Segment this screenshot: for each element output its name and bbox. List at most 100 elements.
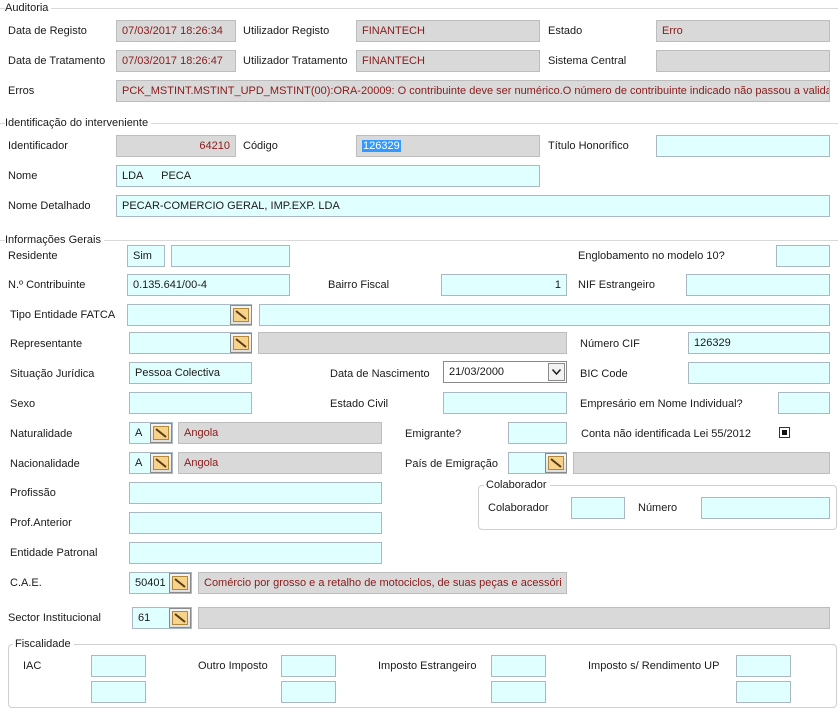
representante-description[interactable] <box>258 332 567 354</box>
tipo-entidade-fatca-label: Tipo Entidade FATCA <box>10 309 116 321</box>
naturalidade-description[interactable]: Angola <box>178 422 382 444</box>
iac-field-2[interactable] <box>91 681 146 703</box>
tipo-entidade-pencil-icon[interactable] <box>230 305 252 325</box>
utilizador-tratamento-field[interactable]: FINANTECH <box>356 50 540 72</box>
section-title-informacoes: Informações Gerais <box>5 233 104 247</box>
naturalidade-pencil-icon[interactable] <box>150 423 172 443</box>
sistema-central-field[interactable] <box>656 50 830 72</box>
codigo-field[interactable]: 126329 <box>356 135 540 157</box>
estado-label: Estado <box>548 25 583 37</box>
nome-detalhado-field[interactable]: PECAR-COMERCIO GERAL, IMP.EXP. LDA <box>116 195 830 217</box>
bic-code-field[interactable] <box>688 362 830 384</box>
sexo-field[interactable] <box>129 392 252 414</box>
emigrante-field[interactable] <box>508 422 567 444</box>
conta-nao-identificada-checkbox[interactable] <box>779 427 790 438</box>
outro-imposto-label: Outro Imposto <box>198 660 268 672</box>
nacionalidade-label: Nacionalidade <box>10 458 80 470</box>
naturalidade-label: Naturalidade <box>10 428 73 440</box>
representante-pencil-icon[interactable] <box>230 333 252 353</box>
numero-field[interactable] <box>701 497 830 519</box>
data-tratamento-field[interactable]: 07/03/2017 18:26:47 <box>116 50 236 72</box>
entidade-patronal-label: Entidade Patronal <box>10 547 98 559</box>
situacao-juridica-field[interactable]: Pessoa Colectiva <box>129 362 252 384</box>
contribuinte-label: N.º Contribuinte <box>8 279 86 291</box>
identificador-label: Identificador <box>8 140 68 152</box>
data-registo-label: Data de Registo <box>8 25 87 37</box>
nacionalidade-description[interactable]: Angola <box>178 452 382 474</box>
imposto-estrangeiro-label: Imposto Estrangeiro <box>378 660 477 672</box>
fiscalidade-group-title: Fiscalidade <box>13 637 74 651</box>
data-nascimento-value: 21/03/2000 <box>449 366 505 378</box>
tipo-entidade-fatca-description[interactable] <box>259 304 830 326</box>
representante-label: Representante <box>10 338 83 350</box>
nacionalidade-pencil-icon[interactable] <box>150 453 172 473</box>
data-nascimento-label: Data de Nascimento <box>330 368 430 380</box>
sexo-label: Sexo <box>10 398 36 410</box>
erros-label: Erros <box>8 85 35 97</box>
codigo-label: Código <box>243 140 278 152</box>
empresario-field[interactable] <box>778 392 830 414</box>
englobamento-label: Englobamento no modelo 10? <box>578 250 725 262</box>
section-title-auditoria: Auditoria <box>5 1 52 15</box>
bairro-fiscal-label: Bairro Fiscal <box>328 279 390 291</box>
empresario-label: Empresário em Nome Individual? <box>580 398 743 410</box>
sector-institucional-label: Sector Institucional <box>8 612 101 624</box>
contribuinte-field[interactable]: 0.135.641/00-4 <box>127 274 290 296</box>
data-registo-field[interactable]: 07/03/2017 18:26:34 <box>116 20 236 42</box>
imposto-rendimento-field-2[interactable] <box>736 681 791 703</box>
colaborador-group-title: Colaborador <box>484 478 550 492</box>
englobamento-field[interactable] <box>776 245 830 267</box>
pais-emigracao-label: País de Emigração <box>405 458 498 470</box>
utilizador-registo-field[interactable]: FINANTECH <box>356 20 540 42</box>
numero-cif-field[interactable]: 126329 <box>688 332 830 354</box>
utilizador-tratamento-label: Utilizador Tratamento <box>243 55 348 67</box>
residente-label: Residente <box>8 250 58 262</box>
prof-anterior-field[interactable] <box>129 512 382 534</box>
conta-nao-identificada-label: Conta não identificada Lei 55/2012 <box>581 428 752 440</box>
profissao-field[interactable] <box>129 482 382 504</box>
pais-emigracao-description[interactable] <box>573 452 830 474</box>
numero-label: Número <box>638 502 678 514</box>
residente-code-field[interactable]: Sim <box>127 245 165 267</box>
iac-label: IAC <box>23 660 42 672</box>
profissao-label: Profissão <box>10 487 56 499</box>
cae-label: C.A.E. <box>10 577 42 589</box>
nif-estrangeiro-label: NIF Estrangeiro <box>578 279 656 291</box>
imposto-estrangeiro-field[interactable] <box>491 655 546 677</box>
numero-cif-label: Número CIF <box>580 338 640 350</box>
iac-field[interactable] <box>91 655 146 677</box>
estado-field[interactable]: Erro <box>656 20 830 42</box>
titulo-honorifico-field[interactable] <box>656 135 830 157</box>
chevron-down-icon[interactable] <box>548 363 565 381</box>
situacao-juridica-label: Situação Jurídica <box>10 368 95 380</box>
nome-detalhado-label: Nome Detalhado <box>8 200 91 212</box>
pais-emigracao-pencil-icon[interactable] <box>545 453 567 473</box>
cae-description[interactable]: Comércio por grosso e a retalho de motoc… <box>198 572 567 594</box>
bic-code-label: BIC Code <box>580 368 628 380</box>
outro-imposto-field[interactable] <box>281 655 336 677</box>
titulo-honorifico-label: Título Honorífico <box>548 140 629 152</box>
colaborador-field[interactable] <box>571 497 625 519</box>
estado-civil-label: Estado Civil <box>330 398 389 410</box>
nif-estrangeiro-field[interactable] <box>686 274 830 296</box>
erros-field[interactable]: PCK_MSTINT.MSTINT_UPD_MSTINT(00):ORA-200… <box>116 80 830 102</box>
nome-field[interactable]: LDA PECA <box>116 165 540 187</box>
imposto-estrangeiro-field-2[interactable] <box>491 681 546 703</box>
codigo-value: 126329 <box>362 140 401 152</box>
sector-institucional-description[interactable] <box>198 607 830 629</box>
section-title-identificacao: Identificação do interveniente <box>5 116 152 130</box>
imposto-rendimento-label: Imposto s/ Rendimento UP <box>588 660 720 672</box>
prof-anterior-label: Prof.Anterior <box>10 517 72 529</box>
residente-description-field[interactable] <box>171 245 290 267</box>
identificador-field[interactable]: 64210 <box>116 135 236 157</box>
utilizador-registo-label: Utilizador Registo <box>243 25 330 37</box>
cae-pencil-icon[interactable] <box>169 573 191 593</box>
bairro-fiscal-field[interactable]: 1 <box>441 274 567 296</box>
imposto-rendimento-field[interactable] <box>736 655 791 677</box>
sistema-central-label: Sistema Central <box>548 55 627 67</box>
sector-institucional-pencil-icon[interactable] <box>169 608 191 628</box>
outro-imposto-field-2[interactable] <box>281 681 336 703</box>
entidade-patronal-field[interactable] <box>129 542 382 564</box>
data-tratamento-label: Data de Tratamento <box>8 55 106 67</box>
estado-civil-field[interactable] <box>443 392 567 414</box>
